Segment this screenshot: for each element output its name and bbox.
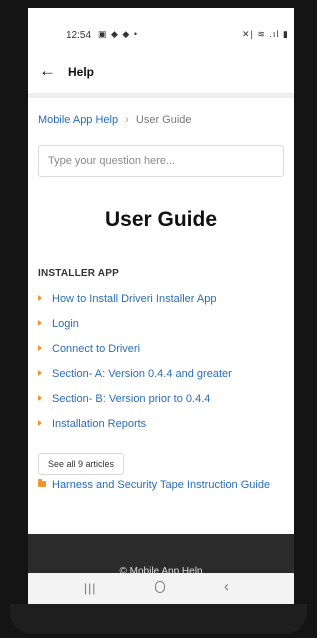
article-link[interactable]: How to Install Driveri Installer App: [38, 293, 232, 318]
section-title: INSTALLER APP: [38, 268, 119, 279]
article-link[interactable]: Login: [38, 318, 232, 343]
caret-right-icon: [38, 345, 42, 351]
article-label: Connect to Driveri: [52, 343, 141, 355]
see-all-articles-button[interactable]: See all 9 articles: [38, 453, 125, 475]
page-footer: © Mobile App Help: [28, 534, 294, 574]
caret-right-icon: [38, 395, 42, 401]
header-divider: [28, 93, 294, 98]
article-label: Section- A: Version 0.4.4 and greater: [52, 368, 232, 380]
app-bar: ← Help: [28, 58, 294, 88]
article-link[interactable]: Section- B: Version prior to 0.4.4: [38, 393, 232, 418]
nav-back-icon[interactable]: ‹: [224, 578, 229, 595]
caret-right-icon: [38, 370, 42, 376]
device-bezel-top: [0, 0, 317, 8]
article-label: Login: [52, 318, 79, 330]
android-nav-bar: ||| ‹: [28, 573, 294, 604]
article-label: Installation Reports: [52, 418, 147, 430]
article-link[interactable]: Section- A: Version 0.4.4 and greater: [38, 368, 232, 393]
subcategory-link[interactable]: Harness and Security Tape Instruction Gu…: [38, 478, 278, 493]
article-link[interactable]: Installation Reports: [38, 418, 232, 443]
recent-apps-icon[interactable]: |||: [84, 581, 96, 595]
signal-battery-icons: ✕| ≋ .ıl ▮: [242, 29, 289, 39]
article-link[interactable]: Connect to Driveri: [38, 343, 232, 368]
status-time: 12:54: [66, 30, 92, 41]
phone-screen: 12:54 ▣ ◆ ◆ • ✕| ≋ .ıl ▮ ← Help Mobile A…: [28, 8, 294, 604]
page-title: User Guide: [104, 208, 218, 231]
home-icon[interactable]: [155, 581, 165, 593]
back-arrow-icon[interactable]: ←: [39, 61, 56, 81]
device-bezel-right: [294, 0, 317, 638]
caret-right-icon: [38, 295, 42, 301]
app-bar-title: Help: [68, 65, 95, 79]
device-chin: [10, 604, 307, 634]
article-label: Section- B: Version prior to 0.4.4: [52, 393, 211, 405]
status-bar: 12:54 ▣ ◆ ◆ • ✕| ≋ .ıl ▮: [28, 8, 294, 48]
subcategory-label: Harness and Security Tape Instruction Gu…: [52, 479, 271, 491]
folder-icon: [38, 479, 46, 487]
device-bezel-left: [0, 0, 28, 638]
caret-right-icon: [38, 320, 42, 326]
breadcrumb-link-mobile-app-help[interactable]: Mobile App Help: [38, 114, 118, 126]
breadcrumb: Mobile App Help › User Guide: [38, 114, 192, 126]
article-label: How to Install Driveri Installer App: [52, 293, 217, 305]
article-list: How to Install Driveri Installer App Log…: [38, 293, 232, 443]
notification-icons: ▣ ◆ ◆ •: [98, 29, 138, 39]
caret-right-icon: [38, 420, 42, 426]
breadcrumb-separator: ›: [125, 114, 129, 126]
breadcrumb-current: User Guide: [135, 114, 192, 126]
search-input[interactable]: [38, 145, 284, 177]
